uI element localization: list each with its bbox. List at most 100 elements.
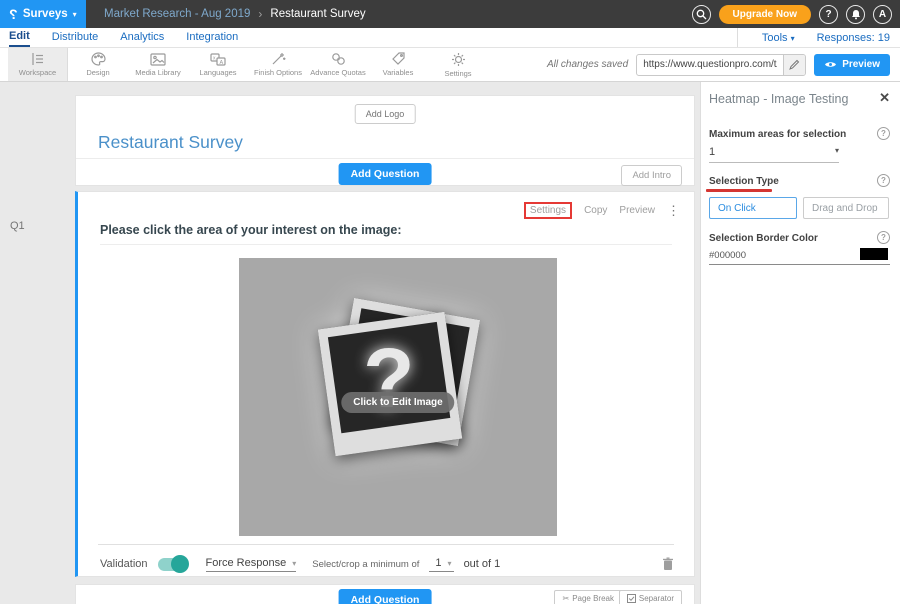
drag-and-drop-option[interactable]: Drag and Drop xyxy=(803,197,889,219)
question-actions: Settings Copy Preview ⋮ xyxy=(524,202,680,219)
toolbar-item-languages[interactable]: xA Languages xyxy=(188,48,248,81)
force-response-select[interactable]: Force Response▾ xyxy=(206,557,297,572)
toggle-knob xyxy=(171,555,189,573)
palette-icon xyxy=(91,52,106,66)
topbar-actions: Upgrade Now ? A xyxy=(692,5,900,24)
add-question-strip: Add Question ✂ Page Break Separator xyxy=(75,584,695,604)
questionpro-logo-icon: ? xyxy=(9,6,18,22)
border-color-label: Selection Border Color xyxy=(709,233,818,244)
edit-url-button[interactable] xyxy=(783,54,805,76)
breadcrumb-current-survey: Restaurant Survey xyxy=(270,8,365,20)
out-of-label: out of 1 xyxy=(464,558,501,570)
bell-icon xyxy=(851,9,861,20)
tab-analytics[interactable]: Analytics xyxy=(120,29,164,46)
divider xyxy=(737,28,738,47)
question-settings-panel: Heatmap - Image Testing ✕ Maximum areas … xyxy=(700,82,900,604)
max-areas-label: Maximum areas for selection xyxy=(709,129,846,140)
question-preview-link[interactable]: Preview xyxy=(619,205,655,216)
delete-question-button[interactable] xyxy=(662,557,674,571)
svg-text:A: A xyxy=(220,59,224,65)
chevron-down-icon: ▾ xyxy=(448,559,452,568)
question-number: Q1 xyxy=(10,220,25,232)
validation-label: Validation xyxy=(100,558,148,570)
selection-type-label: Selection Type xyxy=(709,176,779,187)
breadcrumb-survey-group[interactable]: Market Research - Aug 2019 xyxy=(104,8,250,20)
border-color-swatch[interactable] xyxy=(860,248,888,260)
upgrade-now-button[interactable]: Upgrade Now xyxy=(719,5,811,24)
breadcrumb: Market Research - Aug 2019 › Restaurant … xyxy=(104,7,366,21)
chevron-down-icon: ▾ xyxy=(292,559,296,568)
toolbar-item-settings[interactable]: Settings xyxy=(428,48,488,81)
toolbar-item-variables[interactable]: Variables xyxy=(368,48,428,81)
chevron-down-icon: ▾ xyxy=(791,34,795,43)
heatmap-image-placeholder[interactable]: ? Click to Edit Image xyxy=(239,258,557,536)
toolbar-item-finish-options[interactable]: Finish Options xyxy=(248,48,308,81)
border-color-value[interactable]: #000000 xyxy=(709,250,746,261)
breadcrumb-separator-icon: › xyxy=(258,7,262,21)
help-button[interactable]: ? xyxy=(819,5,838,24)
chevron-down-icon: ▾ xyxy=(835,146,839,158)
survey-nav: Edit Distribute Analytics Integration To… xyxy=(0,28,900,48)
max-areas-select[interactable]: 1 ▾ xyxy=(709,146,839,163)
minimum-select-label: Select/crop a minimum of xyxy=(312,559,419,570)
question-card: Settings Copy Preview ⋮ Please click the… xyxy=(75,191,695,577)
question-text[interactable]: Please click the area of your interest o… xyxy=(100,223,402,237)
toolbar-item-workspace[interactable]: Workspace xyxy=(8,48,68,81)
trash-icon xyxy=(662,557,674,571)
divider xyxy=(76,158,694,159)
divider xyxy=(100,244,672,245)
divider xyxy=(709,264,890,265)
add-intro-button[interactable]: Add Intro xyxy=(621,165,682,186)
chevron-down-icon: ▾ xyxy=(73,10,77,19)
toolbar-item-advance-quotas[interactable]: Advance Quotas xyxy=(308,48,368,81)
more-options-icon[interactable]: ⋮ xyxy=(667,203,680,219)
tag-icon xyxy=(391,52,406,66)
workspace-icon xyxy=(30,52,46,66)
minimum-value-select[interactable]: 1▾ xyxy=(429,557,453,572)
help-icon[interactable]: ? xyxy=(877,127,890,140)
chain-icon xyxy=(331,52,346,66)
photo-front: ? xyxy=(318,312,463,457)
search-icon xyxy=(696,9,707,20)
notifications-button[interactable] xyxy=(846,5,865,24)
separator-button[interactable]: Separator xyxy=(619,590,682,604)
top-bar: ? Surveys ▾ Market Research - Aug 2019 ›… xyxy=(0,0,900,28)
survey-title[interactable]: Restaurant Survey xyxy=(98,132,243,153)
subnav-right: Tools ▾ Responses: 19 xyxy=(737,28,900,47)
tab-integration[interactable]: Integration xyxy=(186,29,238,46)
page-break-button[interactable]: ✂ Page Break xyxy=(554,590,622,604)
red-annotation-underline xyxy=(706,189,772,192)
question-copy-link[interactable]: Copy xyxy=(584,205,607,216)
tab-distribute[interactable]: Distribute xyxy=(52,29,98,46)
survey-header-card: Add Logo Restaurant Survey Add Question … xyxy=(75,95,695,186)
help-icon[interactable]: ? xyxy=(877,174,890,187)
close-icon[interactable]: ✕ xyxy=(879,90,890,106)
question-settings-link[interactable]: Settings xyxy=(524,202,572,219)
help-icon[interactable]: ? xyxy=(877,231,890,244)
magic-wand-icon xyxy=(271,52,286,66)
photo-stack-graphic: ? xyxy=(318,302,478,472)
preview-button[interactable]: Preview xyxy=(814,54,890,76)
avatar[interactable]: A xyxy=(873,5,892,24)
on-click-option[interactable]: On Click xyxy=(709,197,797,219)
toolbar-item-media-library[interactable]: Media Library xyxy=(128,48,188,81)
add-logo-button[interactable]: Add Logo xyxy=(355,104,416,124)
panel-title: Heatmap - Image Testing xyxy=(709,92,848,106)
validation-toggle[interactable] xyxy=(158,558,188,571)
scissors-icon: ✂ xyxy=(562,594,569,603)
tab-edit[interactable]: Edit xyxy=(9,28,30,47)
questionpro-app: ? Surveys ▾ Market Research - Aug 2019 ›… xyxy=(0,0,900,604)
tools-menu[interactable]: Tools ▾ xyxy=(762,32,795,44)
image-icon xyxy=(150,53,166,66)
search-button[interactable] xyxy=(692,5,711,24)
surveys-menu[interactable]: ? Surveys ▾ xyxy=(0,0,86,28)
survey-url-input[interactable] xyxy=(637,59,783,70)
pencil-icon xyxy=(789,59,800,70)
click-to-edit-image-button[interactable]: Click to Edit Image xyxy=(341,392,454,413)
survey-url-group xyxy=(636,54,806,76)
responses-count[interactable]: Responses: 19 xyxy=(817,32,890,44)
toolbar-item-design[interactable]: Design xyxy=(68,48,128,81)
eye-icon xyxy=(824,60,837,69)
add-question-button-bottom[interactable]: Add Question xyxy=(339,589,432,604)
add-question-button-top[interactable]: Add Question xyxy=(339,163,432,185)
